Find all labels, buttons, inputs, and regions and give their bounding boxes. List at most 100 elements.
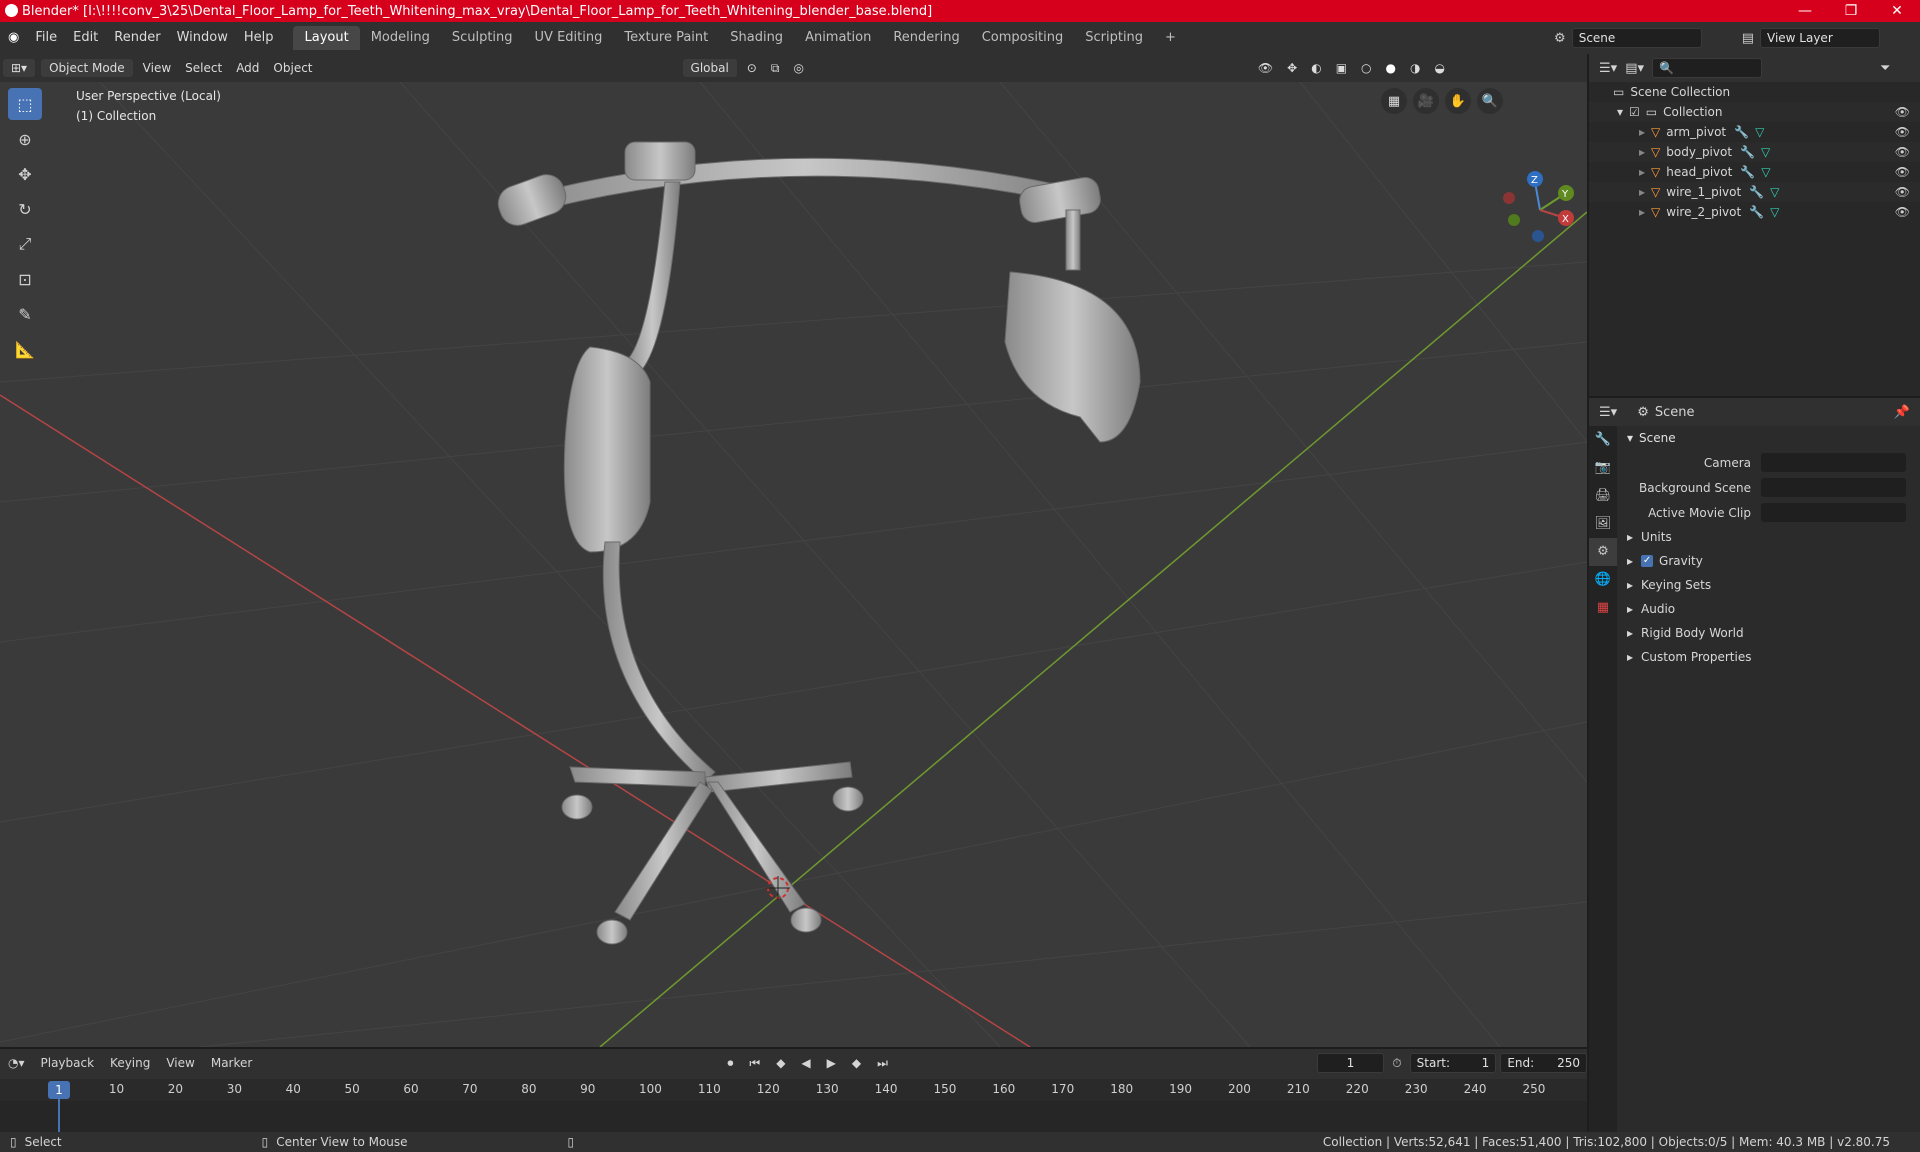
solid-shading-icon[interactable]: ● bbox=[1379, 61, 1403, 75]
modifier-wrench-icon[interactable]: 🔧 bbox=[1740, 165, 1755, 179]
subpanel-units[interactable]: ▸ Units bbox=[1619, 525, 1920, 549]
display-mode-icon[interactable]: ▤▾ bbox=[1625, 61, 1644, 76]
outliner-editor-icon[interactable]: ☰▾ bbox=[1599, 61, 1617, 76]
select-box-tool-icon[interactable]: ⬚ bbox=[8, 88, 42, 120]
visibility-icon[interactable]: 👁 bbox=[1251, 61, 1280, 75]
expand-arrow-icon[interactable]: ▸ bbox=[1639, 145, 1645, 159]
menu-edit[interactable]: Edit bbox=[65, 22, 106, 54]
tab-shading[interactable]: Shading bbox=[719, 26, 794, 50]
expand-arrow-icon[interactable]: ▸ bbox=[1639, 165, 1645, 179]
pivot-icon[interactable]: ⊙ bbox=[740, 61, 764, 75]
outliner-item-body-pivot[interactable]: ▸ ▽ body_pivot 🔧 ▽ 👁 bbox=[1589, 142, 1920, 162]
eye-icon[interactable]: 👁 bbox=[1895, 125, 1910, 139]
gravity-checkbox[interactable]: ✓ bbox=[1641, 555, 1654, 567]
modifier-wrench-icon[interactable]: 🔧 bbox=[1749, 185, 1764, 199]
mesh-data-icon[interactable]: ▽ bbox=[1770, 185, 1779, 199]
object-mode-dropdown[interactable]: Object Mode bbox=[41, 59, 133, 77]
3d-viewport[interactable]: Z Y X bbox=[0, 82, 1587, 1047]
stopwatch-icon[interactable]: ⏱ bbox=[1384, 1056, 1409, 1071]
jump-end-icon[interactable]: ⏭ bbox=[869, 1056, 896, 1071]
material-shading-icon[interactable]: ◑ bbox=[1403, 61, 1427, 75]
zoom-icon[interactable]: 🔍 bbox=[1477, 88, 1503, 114]
viewport-menu-select[interactable]: Select bbox=[178, 61, 229, 75]
panel-collapse-icon[interactable]: ▾ bbox=[1627, 431, 1633, 445]
timeline-view-menu[interactable]: View bbox=[158, 1056, 202, 1070]
modifier-wrench-icon[interactable]: 🔧 bbox=[1740, 145, 1755, 159]
expand-arrow-icon[interactable]: ▸ bbox=[1639, 205, 1645, 219]
filter-icon[interactable]: ⏷ bbox=[1880, 61, 1890, 76]
playhead[interactable] bbox=[58, 1099, 60, 1133]
subpanel-rigid-body-world[interactable]: ▸ Rigid Body World bbox=[1619, 621, 1920, 645]
current-frame-indicator[interactable]: 1 bbox=[48, 1081, 70, 1099]
overlay-toggle-icon[interactable]: ◐ bbox=[1304, 61, 1328, 75]
view-layer-field[interactable]: View Layer bbox=[1760, 28, 1880, 48]
tab-layout[interactable]: Layout bbox=[293, 26, 360, 50]
toggle-grid-icon[interactable]: ▦ bbox=[1381, 88, 1407, 114]
checkbox-icon[interactable]: ☑ bbox=[1629, 105, 1640, 119]
menu-render[interactable]: Render bbox=[106, 22, 168, 54]
mesh-data-icon[interactable]: ▽ bbox=[1755, 125, 1764, 139]
rendered-shading-icon[interactable]: ◒ bbox=[1428, 61, 1452, 75]
cursor-tool-icon[interactable]: ⊕ bbox=[8, 123, 42, 155]
tab-compositing[interactable]: Compositing bbox=[971, 26, 1075, 50]
pin-icon[interactable]: 📌 bbox=[1894, 405, 1910, 420]
timeline-editor-icon[interactable]: ◔▾ bbox=[0, 1056, 33, 1070]
tab-scripting[interactable]: Scripting bbox=[1074, 26, 1154, 50]
camera-view-icon[interactable]: 🎥 bbox=[1413, 88, 1439, 114]
tab-animation[interactable]: Animation bbox=[794, 26, 882, 50]
scene-name-field[interactable]: Scene bbox=[1571, 28, 1702, 48]
transform-orientation-dropdown[interactable]: Global bbox=[682, 59, 737, 77]
menu-window[interactable]: Window bbox=[169, 22, 236, 54]
viewport-menu-add[interactable]: Add bbox=[229, 61, 266, 75]
move-tool-icon[interactable]: ✥ bbox=[8, 158, 42, 190]
measure-tool-icon[interactable]: 📐 bbox=[8, 333, 42, 365]
movie-clip-field[interactable] bbox=[1761, 503, 1906, 522]
pan-hand-icon[interactable]: ✋ bbox=[1445, 88, 1471, 114]
rotate-tool-icon[interactable]: ↻ bbox=[8, 193, 42, 225]
keying-menu[interactable]: Keying bbox=[102, 1056, 158, 1070]
eye-icon[interactable]: 👁 bbox=[1895, 185, 1910, 199]
timeline-track[interactable] bbox=[0, 1101, 1587, 1132]
play-reverse-icon[interactable]: ◀ bbox=[793, 1056, 818, 1070]
start-frame-field[interactable]: Start: 1 bbox=[1409, 1053, 1497, 1073]
outliner-item-wire-1-pivot[interactable]: ▸ ▽ wire_1_pivot 🔧 ▽ 👁 bbox=[1589, 182, 1920, 202]
gizmo-toggle-icon[interactable]: ✥ bbox=[1280, 61, 1304, 75]
tool-settings-tab-icon[interactable]: 🔧 bbox=[1589, 426, 1617, 454]
scene-panel-header[interactable]: ▾ Scene bbox=[1619, 426, 1920, 450]
camera-field[interactable] bbox=[1761, 453, 1906, 472]
modifier-wrench-icon[interactable]: 🔧 bbox=[1734, 125, 1749, 139]
tab-uv-editing[interactable]: UV Editing bbox=[524, 26, 614, 50]
outliner-item-wire-2-pivot[interactable]: ▸ ▽ wire_2_pivot 🔧 ▽ 👁 bbox=[1589, 202, 1920, 222]
background-scene-field[interactable] bbox=[1761, 478, 1906, 497]
wireframe-shading-icon[interactable]: ○ bbox=[1354, 61, 1378, 75]
tab-texture-paint[interactable]: Texture Paint bbox=[613, 26, 719, 50]
menu-file[interactable]: File bbox=[27, 22, 65, 54]
scene-tab-icon[interactable]: ⚙ bbox=[1589, 538, 1617, 566]
jump-start-icon[interactable]: ⏮ bbox=[741, 1056, 768, 1071]
record-icon[interactable]: ⏺ bbox=[719, 1056, 741, 1071]
mesh-data-icon[interactable]: ▽ bbox=[1761, 165, 1770, 179]
add-workspace-button[interactable]: + bbox=[1154, 26, 1187, 50]
eye-icon[interactable]: 👁 bbox=[1895, 145, 1910, 159]
collapse-arrow-icon[interactable]: ▾ bbox=[1617, 105, 1623, 119]
eye-icon[interactable]: 👁 bbox=[1895, 205, 1910, 219]
prev-keyframe-icon[interactable]: ◆ bbox=[768, 1056, 793, 1070]
playback-menu[interactable]: Playback bbox=[33, 1056, 103, 1070]
editor-type-icon[interactable]: ⊞▾ bbox=[3, 59, 36, 77]
viewport-menu-view[interactable]: View bbox=[136, 61, 178, 75]
current-frame-field[interactable]: 1 bbox=[1316, 1053, 1385, 1073]
world-tab-icon[interactable]: 🌐 bbox=[1589, 566, 1617, 594]
outliner-collection[interactable]: ▾ ☑ ▭ Collection 👁 bbox=[1589, 102, 1920, 122]
outliner-item-arm-pivot[interactable]: ▸ ▽ arm_pivot 🔧 ▽ 👁 bbox=[1589, 122, 1920, 142]
tab-modeling[interactable]: Modeling bbox=[360, 26, 441, 50]
menu-help[interactable]: Help bbox=[236, 22, 282, 54]
viewport-menu-object[interactable]: Object bbox=[266, 61, 319, 75]
outliner-scene-collection[interactable]: ▭ Scene Collection bbox=[1589, 82, 1920, 102]
output-tab-icon[interactable]: 🖨 bbox=[1589, 482, 1617, 510]
next-keyframe-icon[interactable]: ◆ bbox=[844, 1056, 869, 1070]
render-tab-icon[interactable]: 📷 bbox=[1589, 454, 1617, 482]
expand-arrow-icon[interactable]: ▸ bbox=[1639, 185, 1645, 199]
tab-sculpting[interactable]: Sculpting bbox=[441, 26, 524, 50]
subpanel-keying-sets[interactable]: ▸ Keying Sets bbox=[1619, 573, 1920, 597]
marker-menu[interactable]: Marker bbox=[203, 1056, 260, 1070]
